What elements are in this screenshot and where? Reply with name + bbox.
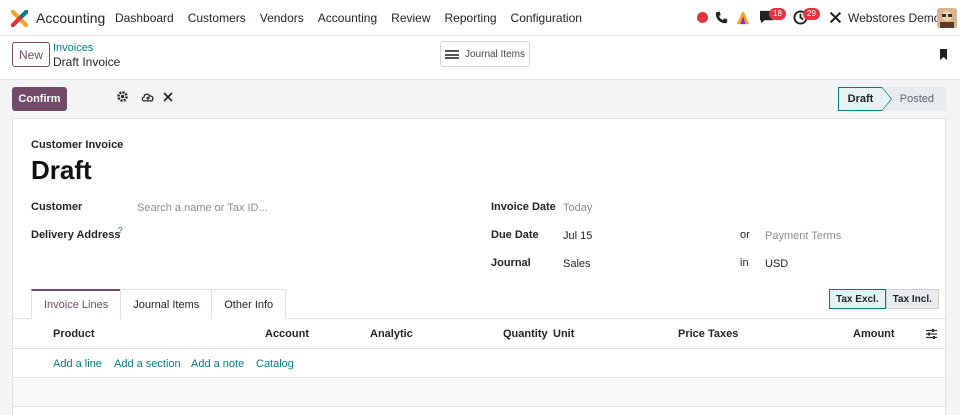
form-sheet: Customer Invoice Draft Customer Search a… [12,118,946,415]
discard-close-icon[interactable] [163,92,173,102]
in-label: in [740,257,749,269]
due-date-input[interactable]: Jul 15 [563,230,592,242]
breadcrumb-current: Draft Invoice [53,55,121,69]
add-line-link[interactable]: Add a line [53,358,102,370]
menu-customers[interactable]: Customers [188,11,246,25]
add-lines-row: Add a line Add a section Add a note Cata… [13,350,945,378]
gear-icon[interactable] [116,90,129,103]
payment-terms-input[interactable]: Payment Terms [765,230,841,242]
menu-vendors[interactable]: Vendors [260,11,304,25]
ai-icon[interactable] [736,11,750,25]
col-account[interactable]: Account [265,328,309,340]
phone-icon[interactable] [715,11,728,24]
tools-icon[interactable] [829,11,842,24]
col-unit[interactable]: Unit [553,328,574,340]
tax-excl-button[interactable]: Tax Excl. [829,289,886,309]
menu-review[interactable]: Review [391,11,430,25]
invoice-lines-header: Product Account Analytic Quantity Unit P… [13,319,945,349]
notebook-tabs: Invoice Lines Journal Items Other Info [31,289,287,319]
help-tooltip-icon[interactable]: ? [118,226,122,235]
journal-label: Journal [491,257,531,269]
journal-items-button[interactable]: Journal Items [440,41,530,67]
invoice-date-label: Invoice Date [491,201,556,213]
tax-incl-button[interactable]: Tax Incl. [885,289,939,309]
customer-input[interactable]: Search a name or Tax ID... [137,202,268,214]
activities-badge: 29 [803,8,820,20]
control-panel: New Invoices Draft Invoice Journal Items [0,36,960,102]
record-icon[interactable] [697,12,708,23]
col-analytic[interactable]: Analytic [370,328,413,340]
invoice-date-input[interactable]: Today [563,202,592,214]
catalog-link[interactable]: Catalog [256,358,294,370]
journal-items-label: Journal Items [464,48,526,60]
col-quantity[interactable]: Quantity [503,328,548,340]
add-note-link[interactable]: Add a note [191,358,244,370]
cloud-upload-icon[interactable] [141,91,155,103]
status-draft[interactable]: Draft [838,87,892,111]
list-icon [444,49,459,59]
col-price[interactable]: Price [678,328,705,340]
menu-configuration[interactable]: Configuration [511,11,582,25]
tab-other-info[interactable]: Other Info [211,289,287,319]
user-avatar[interactable] [937,8,957,28]
tab-journal-items[interactable]: Journal Items [120,289,213,319]
company-switcher[interactable]: Webstores Demo [848,11,940,25]
bookmark-icon[interactable] [939,49,948,60]
column-settings-icon[interactable] [926,329,937,339]
confirm-button[interactable]: Confirm [12,87,67,111]
breadcrumb-invoices[interactable]: Invoices [53,42,93,54]
main-menu: Dashboard Customers Vendors Accounting R… [115,11,596,25]
tab-invoice-lines[interactable]: Invoice Lines [31,289,122,319]
messages-badge: 18 [769,8,786,20]
currency-input[interactable]: USD [765,258,788,270]
delivery-address-label: Delivery Address [31,229,121,241]
customer-label: Customer [31,201,83,213]
tax-toggle: Tax Excl. Tax Incl. [829,289,939,309]
col-product[interactable]: Product [53,328,95,340]
due-date-label: Due Date [491,229,539,241]
app-name[interactable]: Accounting [36,10,105,26]
menu-accounting[interactable]: Accounting [318,11,377,25]
or-label: or [740,229,750,241]
invoice-type-label: Customer Invoice [31,139,124,151]
statusbar: Draft Posted [838,87,946,111]
menu-dashboard[interactable]: Dashboard [115,11,174,25]
new-button[interactable]: New [12,42,50,67]
col-taxes[interactable]: Taxes [708,328,738,340]
col-amount[interactable]: Amount [853,328,895,340]
accounting-app-icon[interactable] [11,10,28,27]
menu-reporting[interactable]: Reporting [445,11,497,25]
top-navbar: Accounting Dashboard Customers Vendors A… [0,0,960,36]
invoice-title: Draft [31,155,92,185]
add-section-link[interactable]: Add a section [114,358,181,370]
journal-input[interactable]: Sales [563,258,591,270]
empty-row [13,379,945,407]
